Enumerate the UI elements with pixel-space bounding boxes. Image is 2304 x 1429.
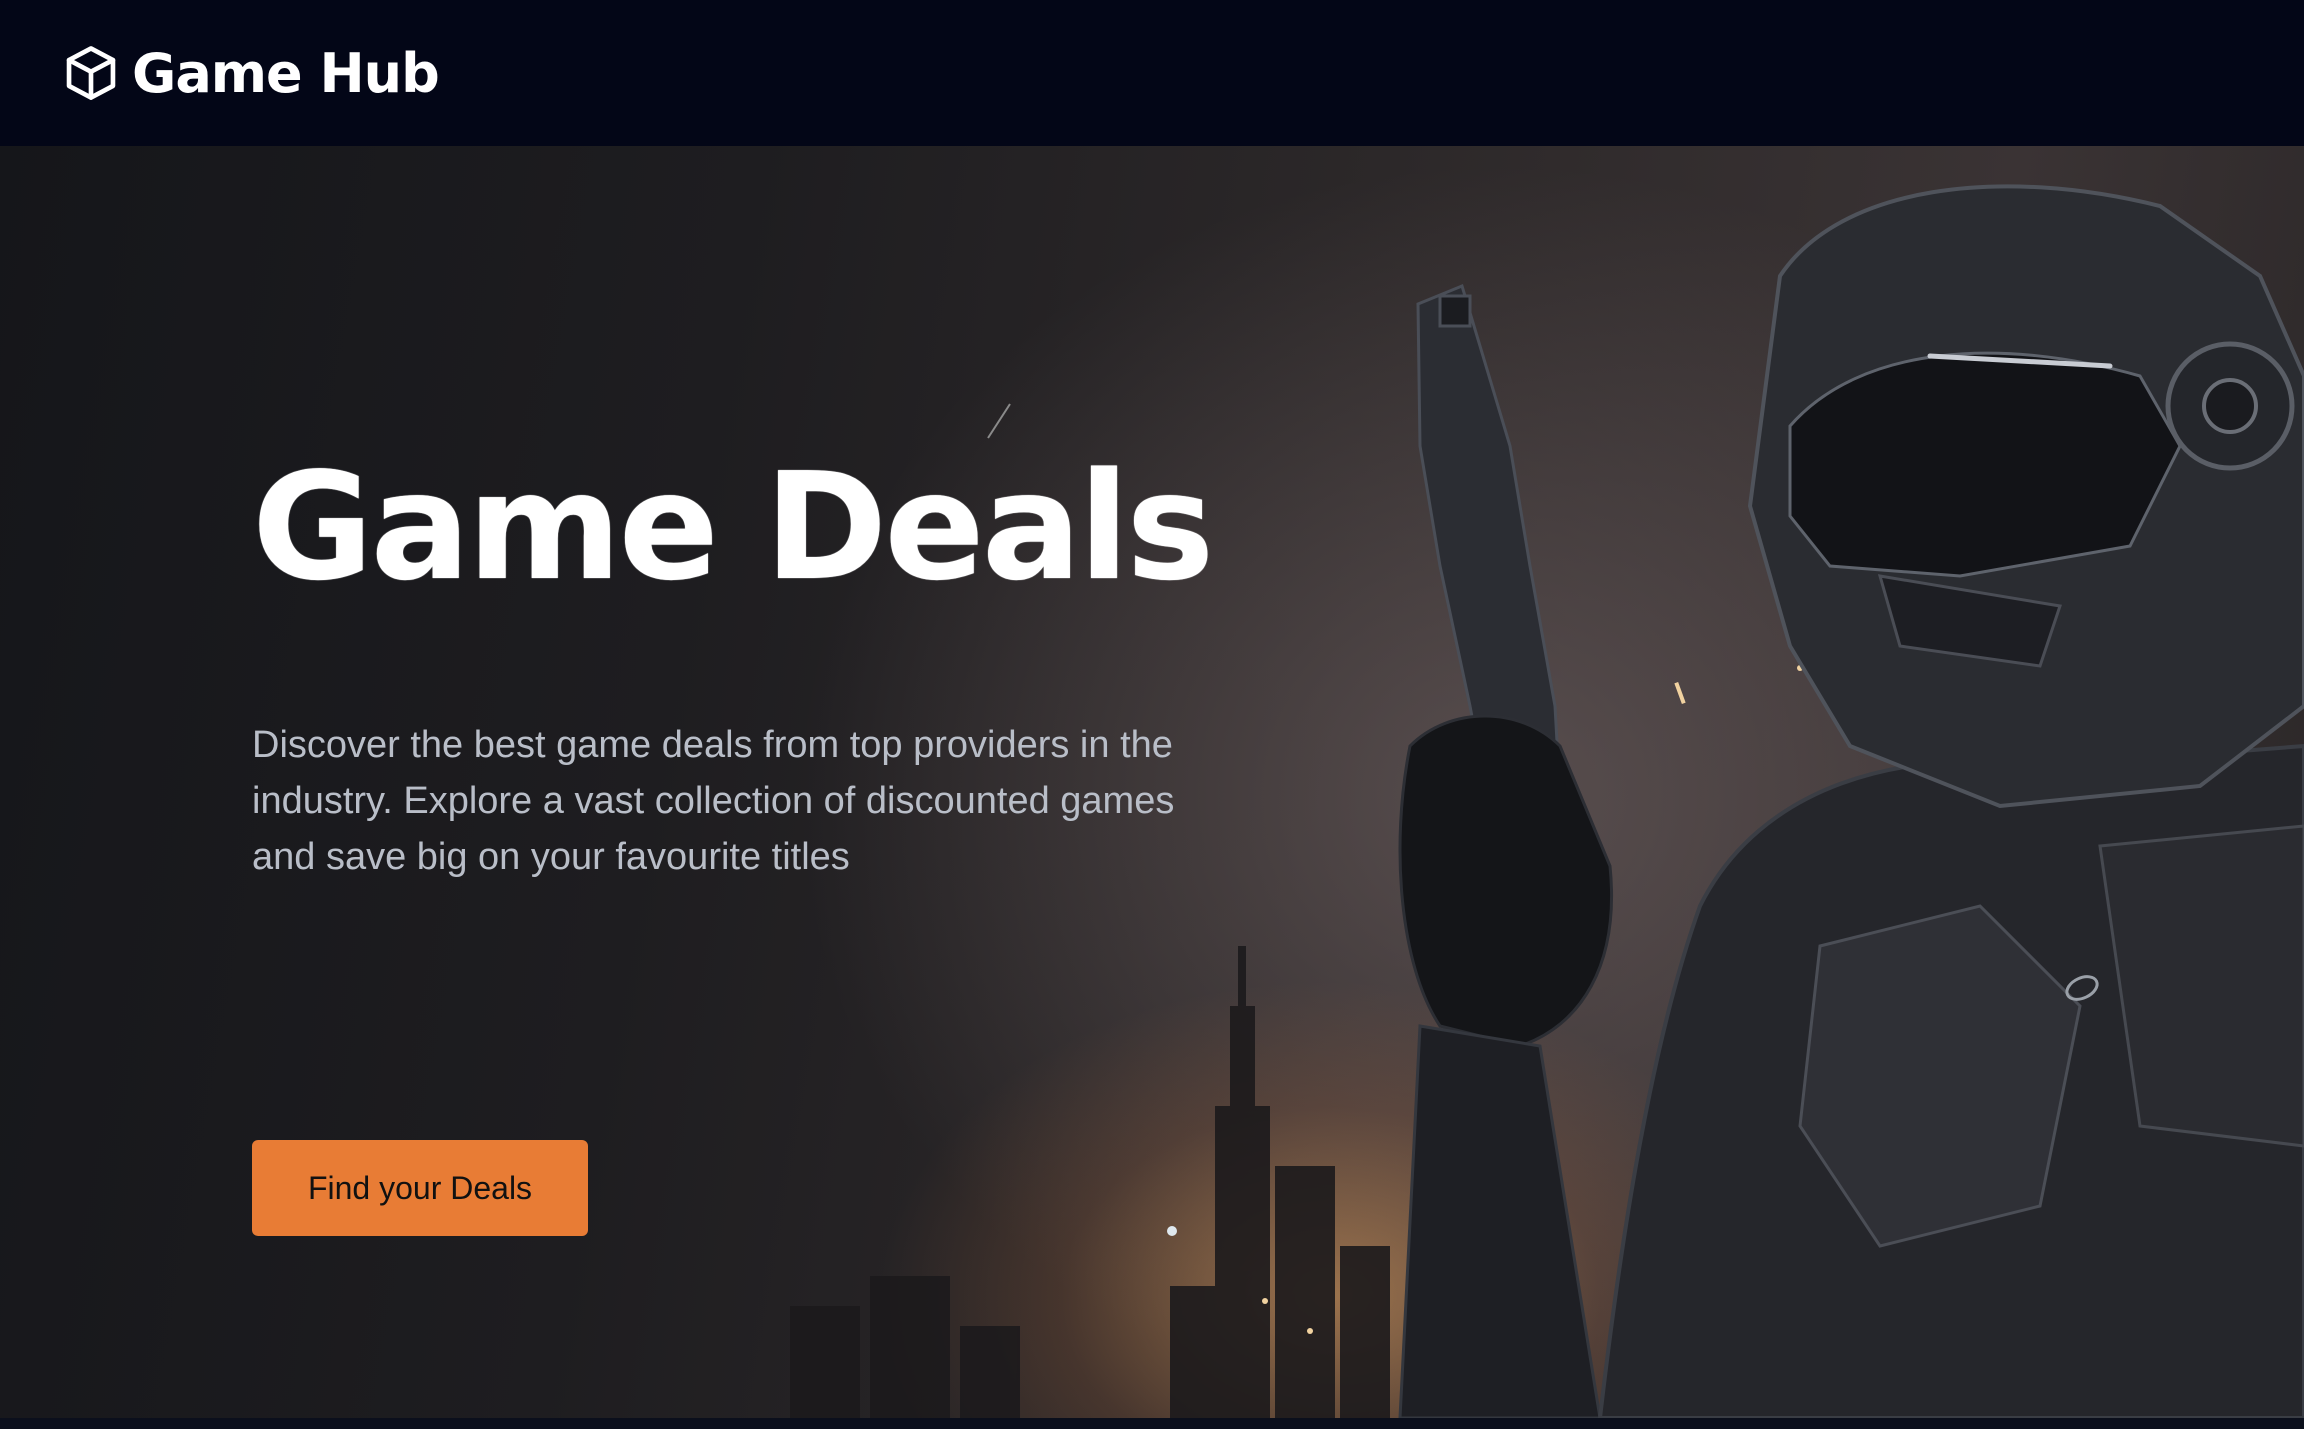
hero-title: Game Deals	[252, 441, 1214, 613]
find-deals-button[interactable]: Find your Deals	[252, 1140, 588, 1236]
brand-logo-link[interactable]: Game Hub	[60, 41, 440, 105]
cube-icon	[60, 42, 122, 104]
top-navbar: Game Hub	[0, 0, 2304, 146]
hero-content: Game Deals Discover the best game deals …	[252, 441, 1252, 1236]
bottom-edge	[0, 1418, 2304, 1429]
hero-section: Game Deals Discover the best game deals …	[0, 146, 2304, 1418]
brand-name: Game Hub	[132, 41, 440, 105]
hero-description: Discover the best game deals from top pr…	[252, 723, 1175, 878]
